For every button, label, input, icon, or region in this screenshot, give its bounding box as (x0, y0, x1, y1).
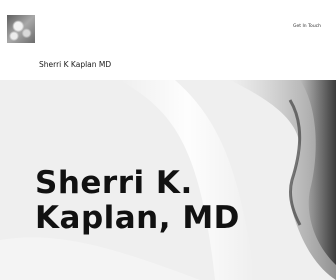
hero-heading: Sherri K. Kaplan, MD (35, 165, 240, 236)
site-title[interactable]: Sherri K Kaplan MD (39, 59, 139, 70)
abstract-texture-logo-icon[interactable] (7, 15, 35, 43)
get-in-touch-link[interactable]: Get In Touch (293, 24, 321, 29)
site-header: Get In Touch Sherri K Kaplan MD (0, 0, 336, 80)
hero-section: Sherri K. Kaplan, MD (0, 80, 336, 280)
